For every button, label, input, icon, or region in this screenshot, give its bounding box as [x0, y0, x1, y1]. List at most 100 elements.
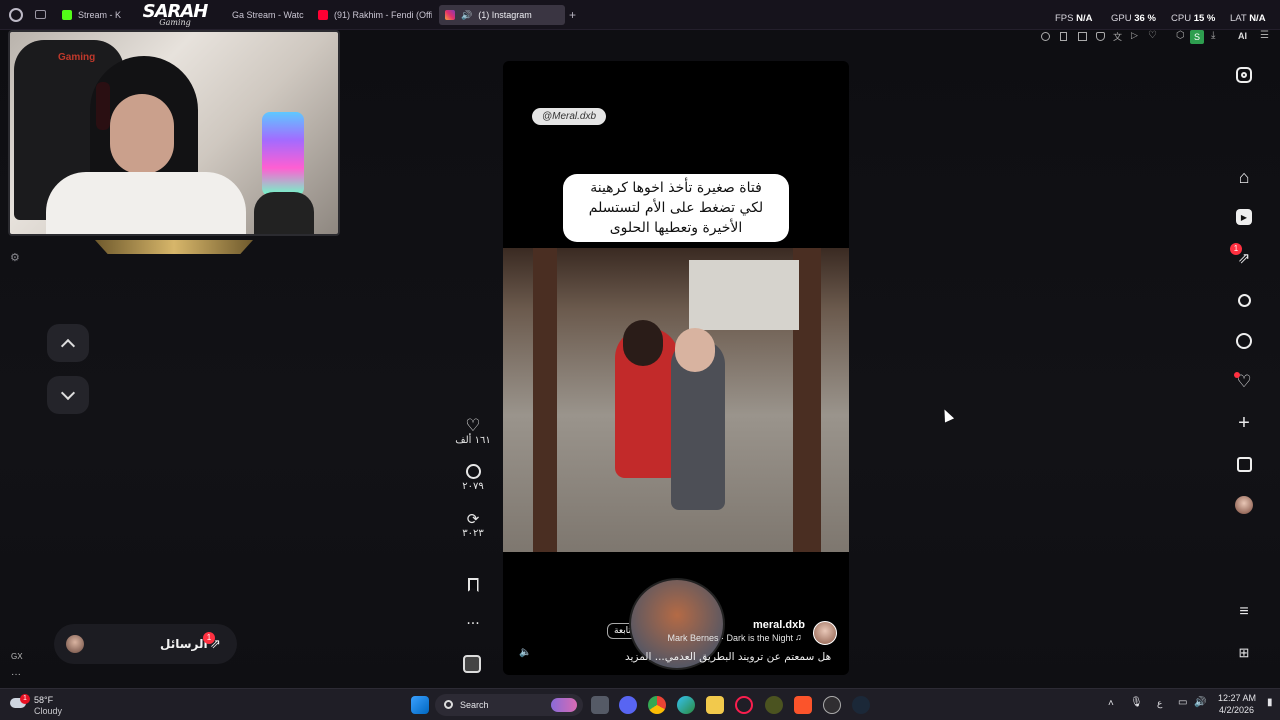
settings-gear-icon[interactable]: ⚙	[10, 251, 20, 264]
weather-desc: Cloudy	[34, 706, 63, 716]
comment-count: ٢٠٧٩	[462, 481, 484, 492]
mic-stand	[254, 192, 314, 234]
youtube-icon	[318, 10, 328, 20]
reel-player[interactable]: @Meral.dxb فتاة صغيرة تأخذ اخوها كرهينة …	[503, 61, 849, 675]
windows-start-icon[interactable]	[411, 696, 429, 714]
reels-icon[interactable]: ▶	[1231, 204, 1257, 230]
notification-center-icon[interactable]: ▮	[1267, 697, 1273, 708]
caption-line-2: لكي تضغط على الأم لتستسلم	[588, 200, 764, 216]
instagram-logo-icon[interactable]	[1231, 62, 1257, 88]
weather-temp: 58°F	[34, 695, 54, 705]
comment-bubble-icon	[465, 464, 481, 479]
microphone-tray-icon[interactable]: 🎙	[1130, 697, 1143, 708]
opera-menu-icon[interactable]	[9, 8, 23, 22]
boy-head	[675, 328, 715, 372]
heart-icon[interactable]: ♡	[1148, 30, 1157, 41]
home-icon[interactable]: ⌂	[1231, 164, 1257, 190]
messages-label: الرسائل	[160, 637, 208, 651]
more-dots-icon[interactable]: ···	[11, 669, 21, 680]
save-action[interactable]	[455, 578, 491, 592]
search-highlight-icon	[551, 698, 577, 712]
mute-icon[interactable]: 🔈	[519, 647, 531, 658]
language-indicator[interactable]: ع	[1157, 698, 1162, 709]
download-icon[interactable]: ⤓	[1211, 30, 1215, 41]
extensions-icon[interactable]: ⬡	[1176, 30, 1185, 41]
tray-chevron-icon[interactable]: ˄	[1108, 698, 1114, 709]
gx-label: GX	[11, 652, 23, 661]
tab-label: Stream - K	[78, 10, 122, 20]
weather-widget[interactable]: 1 58°F Cloudy	[10, 693, 80, 717]
zoom-icon[interactable]	[1041, 32, 1050, 41]
kick-icon	[62, 10, 72, 20]
notifications-heart-icon[interactable]: ♡	[1231, 369, 1257, 395]
tab-youtube[interactable]: (91) Rakhim - Fendi (Offici	[312, 5, 432, 25]
more-horizontal-icon: ···	[466, 616, 480, 632]
tab-kick-stream[interactable]: Stream - K	[56, 5, 136, 25]
taskbar-search[interactable]: Search	[435, 694, 583, 716]
discord-icon[interactable]	[619, 696, 637, 714]
previous-reel-button[interactable]	[47, 324, 89, 362]
weather-badge: 1	[20, 694, 30, 704]
xbox-icon[interactable]	[765, 696, 783, 714]
repost-action[interactable]: ⟳ ٣٠٢٣	[455, 510, 491, 539]
play-icon[interactable]: ▷	[1131, 30, 1138, 41]
audio-track[interactable]: Mark Bernes · Dark is the Night	[663, 633, 793, 643]
search-label: Search	[460, 700, 489, 710]
direct-messages-icon[interactable]: ⇗ 1	[1230, 243, 1257, 271]
network-icon[interactable]: ▭	[1178, 697, 1187, 708]
obs-icon[interactable]	[823, 696, 841, 714]
more-options-action[interactable]: ···	[455, 616, 491, 632]
repost-icon: ⟳	[466, 510, 480, 528]
clock-time[interactable]: 12:27 AM	[1218, 693, 1256, 703]
gpu-stat: GPU 36 %	[1111, 13, 1156, 24]
author-username[interactable]: meral.dxb	[753, 619, 805, 631]
author-avatar[interactable]	[813, 621, 837, 645]
opera-gx-icon[interactable]	[735, 696, 753, 714]
headphones	[96, 82, 110, 130]
vpn-icon[interactable]	[1096, 32, 1105, 41]
next-reel-button[interactable]	[47, 376, 89, 414]
caption-line-1: فتاة صغيرة تأخذ اخوها كرهينة	[590, 180, 762, 196]
dashboard-icon[interactable]	[1231, 451, 1257, 477]
bookmark-icon	[467, 578, 479, 592]
reel-caption-overlay: فتاة صغيرة تأخذ اخوها كرهينة لكي تضغط عل…	[563, 174, 789, 242]
tab-instagram[interactable]: 🔊 (1) Instagram	[439, 5, 565, 25]
pin-icon[interactable]	[1060, 32, 1067, 41]
tab-manager-icon[interactable]	[35, 10, 46, 19]
task-view-icon[interactable]	[591, 696, 609, 714]
more-menu-icon[interactable]: ≡	[1231, 599, 1257, 625]
sarah-gaming-logo: SARAH Gaming	[140, 2, 210, 27]
edge-icon[interactable]	[677, 696, 695, 714]
speaker-icon[interactable]: 🔊	[461, 10, 472, 21]
search-icon[interactable]	[1231, 287, 1257, 313]
snapshot-icon[interactable]	[1078, 32, 1087, 41]
drawer-cabinet	[689, 260, 799, 330]
comment-action[interactable]: ٢٠٧٩	[455, 464, 491, 492]
reel-video-frame	[503, 248, 849, 552]
chrome-icon[interactable]	[648, 696, 666, 714]
webcam-frame-accent	[95, 240, 253, 254]
cpu-stat: CPU 15 %	[1171, 13, 1216, 24]
profile-avatar[interactable]	[1231, 492, 1257, 518]
also-from-meta-icon[interactable]: ⊞	[1231, 640, 1257, 666]
clock-date[interactable]: 4/2/2026	[1219, 705, 1254, 715]
translate-icon[interactable]: 文	[1113, 30, 1122, 43]
file-explorer-icon[interactable]	[706, 696, 724, 714]
messages-button[interactable]: الرسائل ⇗ 1	[54, 624, 237, 664]
brave-icon[interactable]	[794, 696, 812, 714]
cam-chair-logo: Gaming	[58, 52, 96, 63]
audio-cover-thumb[interactable]	[463, 655, 481, 673]
new-tab-button[interactable]: +	[569, 8, 576, 22]
aria-ai-button[interactable]: AI	[1238, 31, 1247, 41]
browser-tab-bar: Stream - K Ga Stream - Watc (91) Rakhim …	[0, 0, 1280, 30]
steam-icon[interactable]	[852, 696, 870, 714]
explore-compass-icon[interactable]	[1231, 328, 1257, 354]
easy-setup-icon[interactable]: ☰	[1260, 30, 1269, 41]
like-action[interactable]: ♡ ١٦١ ألف	[455, 417, 491, 446]
reel-description[interactable]: هل سمعتم عن ترويند البطريق العدمي... الم…	[625, 651, 831, 663]
extension-s-icon[interactable]: S	[1190, 30, 1204, 44]
tab-label: (91) Rakhim - Fendi (Offici	[334, 10, 432, 20]
tab-twitch-stream[interactable]: Ga Stream - Watc	[226, 5, 308, 25]
create-plus-icon[interactable]: +	[1231, 410, 1257, 436]
volume-icon[interactable]: 🔊	[1194, 697, 1206, 708]
